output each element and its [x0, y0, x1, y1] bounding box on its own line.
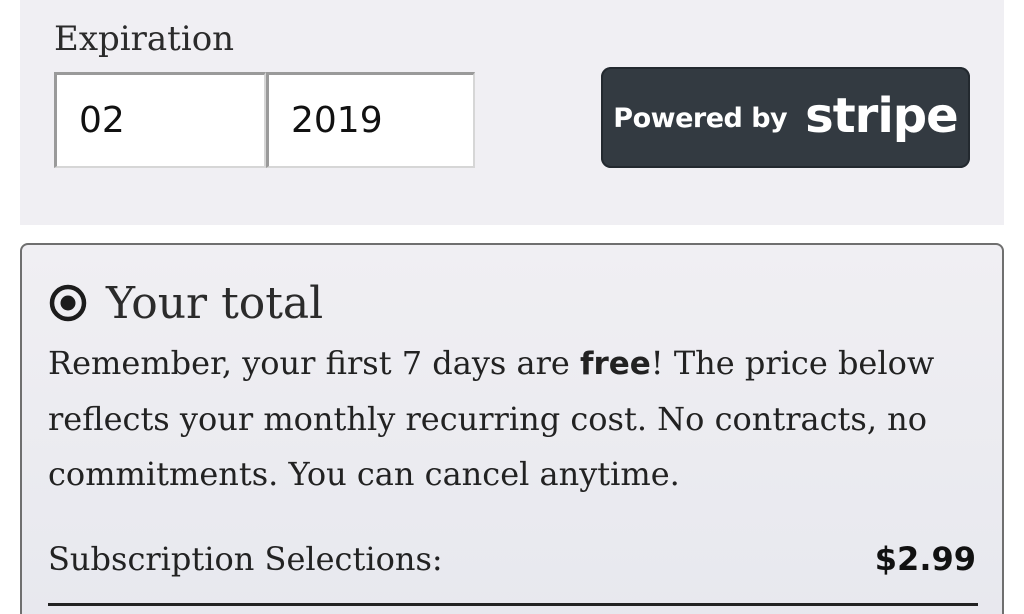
radio-selected-icon — [49, 284, 87, 322]
total-description-start: Remember, your first 7 days are — [48, 344, 580, 382]
subscription-price: $2.99 — [874, 540, 976, 578]
stripe-logo: stripe — [805, 87, 959, 144]
expiration-year-field[interactable]: 2019 — [266, 72, 475, 168]
subscription-selections-label: Subscription Selections: — [48, 540, 443, 578]
powered-by-stripe-badge[interactable]: Powered by stripe — [601, 67, 970, 168]
expiration-label: Expiration — [54, 19, 235, 59]
total-description: Remember, your first 7 days are free! Th… — [48, 336, 988, 502]
total-card: Your total Remember, your first 7 days a… — [20, 243, 1004, 614]
divider — [48, 603, 978, 606]
expiration-month-field[interactable]: 02 — [54, 72, 266, 168]
powered-by-text: Powered by — [613, 103, 788, 134]
free-emphasis: free — [579, 346, 651, 382]
total-title: Your total — [106, 278, 324, 329]
